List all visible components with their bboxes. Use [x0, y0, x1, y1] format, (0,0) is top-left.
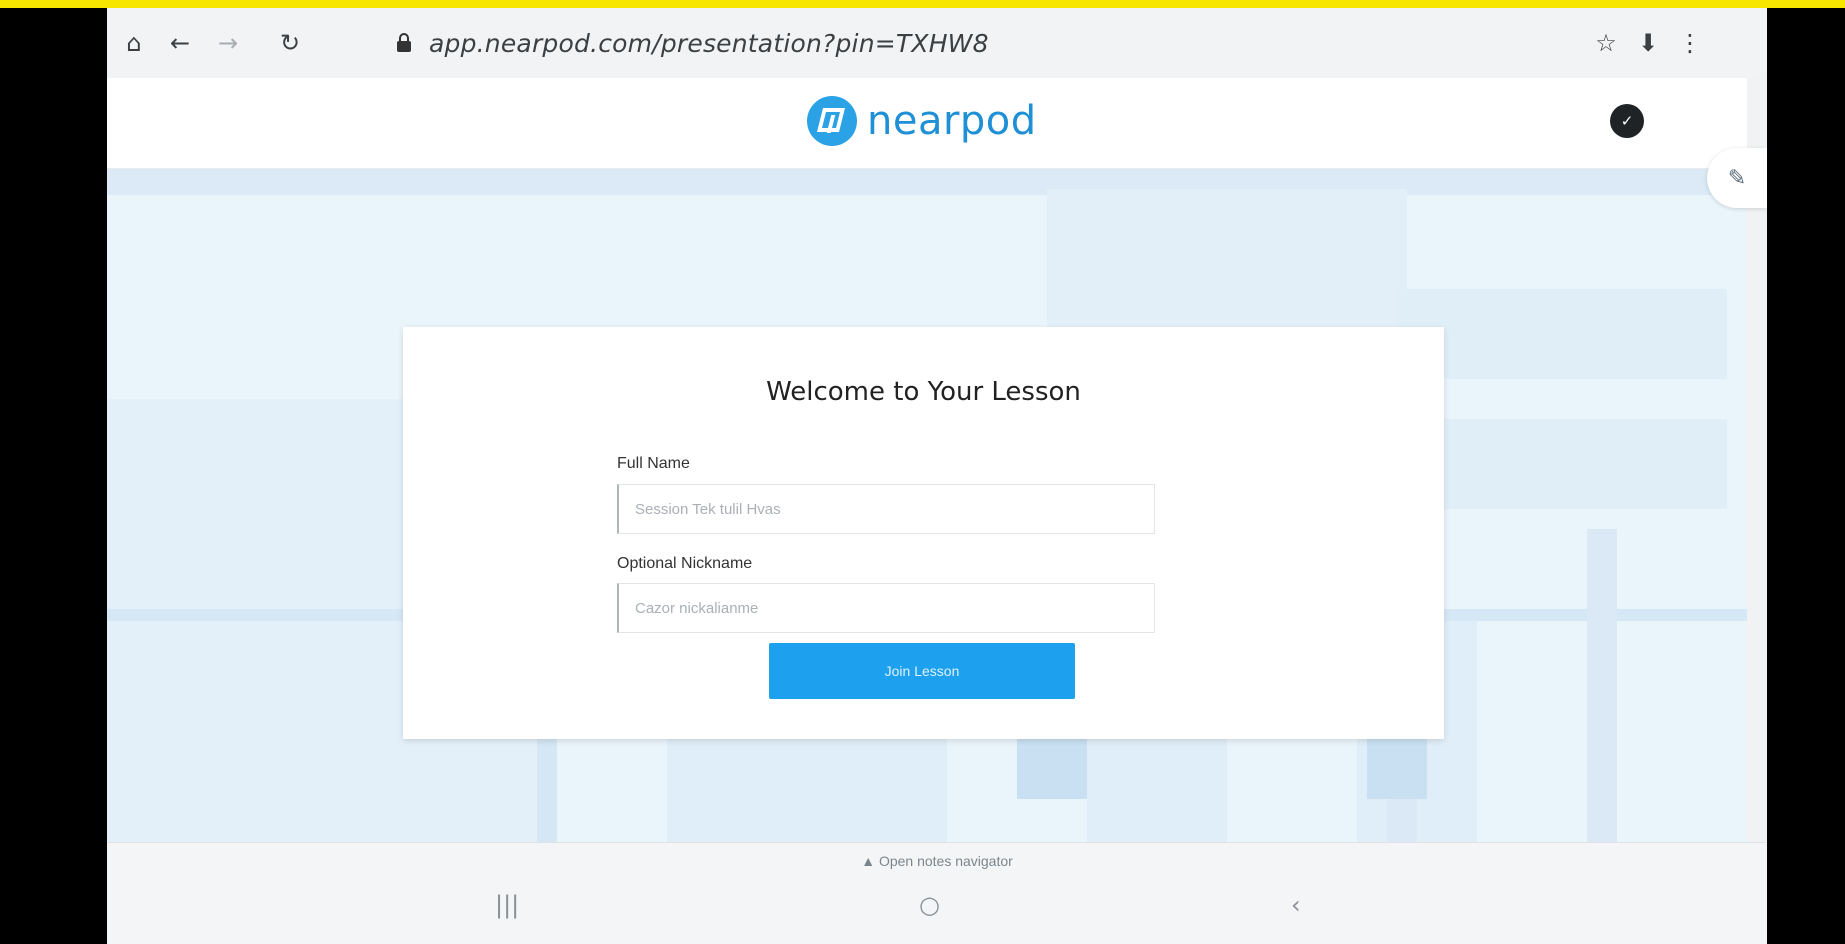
home-circle-icon[interactable]: ○: [919, 891, 940, 919]
open-notes-navigator[interactable]: ▲ Open notes navigator: [107, 853, 1767, 869]
brand-name: nearpod: [867, 98, 1037, 144]
nearpod-logo: nearpod: [807, 96, 1037, 146]
more-icon[interactable]: ⋮: [1673, 26, 1707, 60]
forward-icon[interactable]: →: [211, 26, 245, 60]
notes-tab[interactable]: ✎: [1707, 148, 1767, 208]
home-icon[interactable]: ⌂: [117, 26, 151, 60]
top-highlight-strip: [0, 0, 1845, 8]
full-name-label: Full Name: [617, 455, 690, 472]
reload-icon[interactable]: ↻: [273, 26, 307, 60]
join-lesson-card: Welcome to Your Lesson Full Name Optiona…: [403, 327, 1444, 739]
lock-icon: [397, 33, 411, 52]
download-icon[interactable]: ⬇: [1631, 26, 1665, 60]
back-icon[interactable]: ←: [163, 26, 197, 60]
bottom-bar: ▲ Open notes navigator ||| ○ ‹: [107, 842, 1767, 944]
address-bar[interactable]: app.nearpod.com/presentation?pin=TXHW8: [397, 20, 1727, 66]
recent-apps-icon[interactable]: |||: [495, 891, 519, 919]
full-name-input[interactable]: [617, 484, 1155, 534]
nickname-input[interactable]: [617, 583, 1155, 633]
open-notes-label: Open notes navigator: [878, 853, 1013, 869]
page-header: nearpod ✓: [107, 78, 1747, 169]
edit-note-icon: ✎: [1727, 165, 1747, 191]
nickname-label: Optional Nickname: [617, 555, 753, 572]
join-lesson-button[interactable]: Join Lesson: [769, 643, 1075, 699]
device-screen: ⌂ ← → ↻ app.nearpod.com/presentation?pin…: [107, 8, 1767, 944]
url-text: app.nearpod.com/presentation?pin=TXHW8: [429, 28, 989, 58]
chevron-down-icon[interactable]: ✓: [1610, 104, 1644, 138]
browser-toolbar: ⌂ ← → ↻ app.nearpod.com/presentation?pin…: [107, 8, 1767, 78]
nearpod-logo-icon: [807, 96, 857, 146]
back-chevron-icon[interactable]: ‹: [1291, 891, 1301, 919]
card-title: Welcome to Your Lesson: [766, 377, 1081, 407]
star-icon[interactable]: ☆: [1589, 26, 1623, 60]
background-area: Welcome to Your Lesson Full Name Optiona…: [107, 169, 1747, 842]
